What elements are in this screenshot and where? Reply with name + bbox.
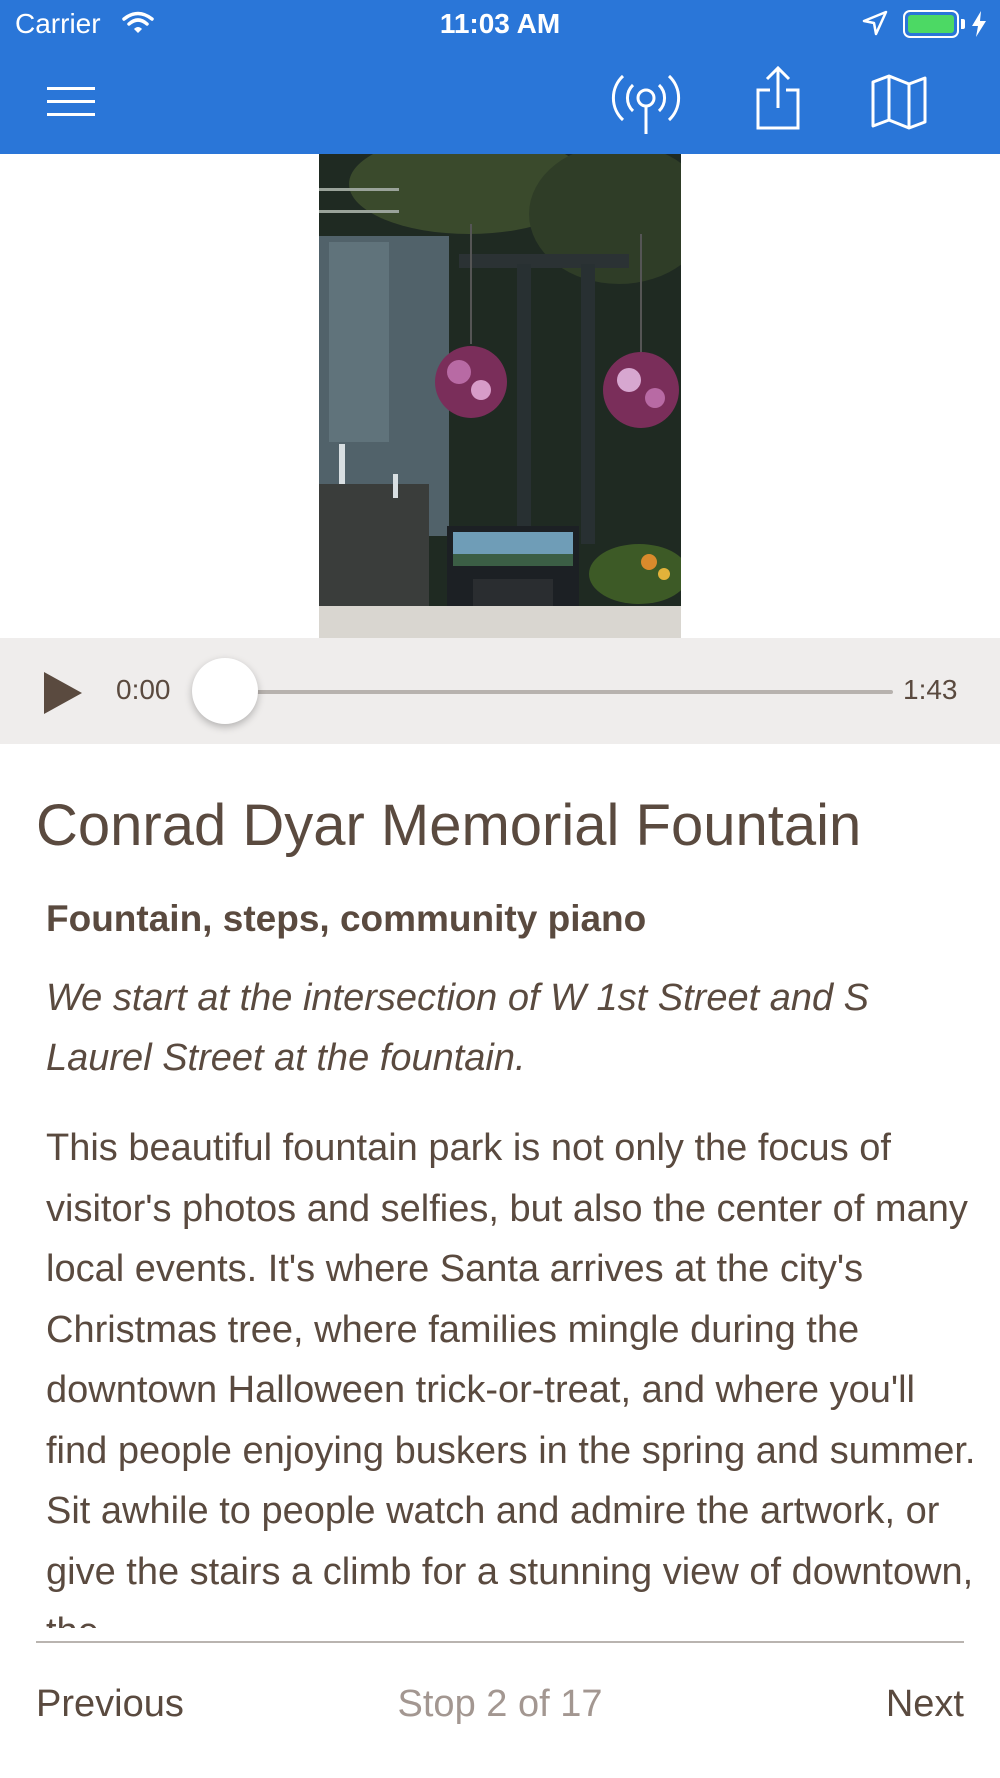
location-arrow-icon xyxy=(862,10,888,43)
broadcast-icon xyxy=(611,74,681,134)
battery-icon xyxy=(903,10,959,38)
stop-navigation: Previous Stop 2 of 17 Next xyxy=(0,1643,1000,1778)
progress-track[interactable] xyxy=(225,690,893,694)
share-icon xyxy=(756,66,800,130)
menu-button[interactable] xyxy=(40,78,102,126)
stop-description: This beautiful fountain park is not only… xyxy=(46,1127,976,1628)
status-time: 11:03 AM xyxy=(439,8,561,39)
broadcast-button[interactable] xyxy=(604,70,688,138)
next-button[interactable]: Next xyxy=(886,1683,964,1726)
menu-icon xyxy=(47,87,95,116)
stop-subtitle: Fountain, steps, community piano xyxy=(46,898,647,939)
total-time: 1:43 xyxy=(903,674,958,705)
stop-content[interactable]: Conrad Dyar Memorial Fountain Fountain, … xyxy=(0,744,1000,1628)
audio-player: 0:00 1:43 xyxy=(0,638,1000,744)
app-header: Carrier 11:03 AM xyxy=(0,0,1000,154)
current-time: 0:00 xyxy=(116,674,171,705)
stop-photo[interactable] xyxy=(319,154,681,638)
stop-intro: We start at the intersection of W 1st St… xyxy=(46,977,870,1079)
play-icon xyxy=(44,672,82,714)
play-button[interactable] xyxy=(38,666,88,720)
status-bar: Carrier 11:03 AM xyxy=(0,0,1000,50)
battery-nub xyxy=(961,19,965,29)
charging-bolt-icon xyxy=(970,10,988,45)
map-icon xyxy=(871,74,927,130)
progress-knob[interactable] xyxy=(192,658,258,724)
share-button[interactable] xyxy=(744,60,812,136)
stop-photo-area xyxy=(0,154,1000,638)
stop-counter: Stop 2 of 17 xyxy=(397,1683,603,1725)
stop-title: Conrad Dyar Memorial Fountain xyxy=(36,793,862,858)
map-button[interactable] xyxy=(864,70,934,134)
